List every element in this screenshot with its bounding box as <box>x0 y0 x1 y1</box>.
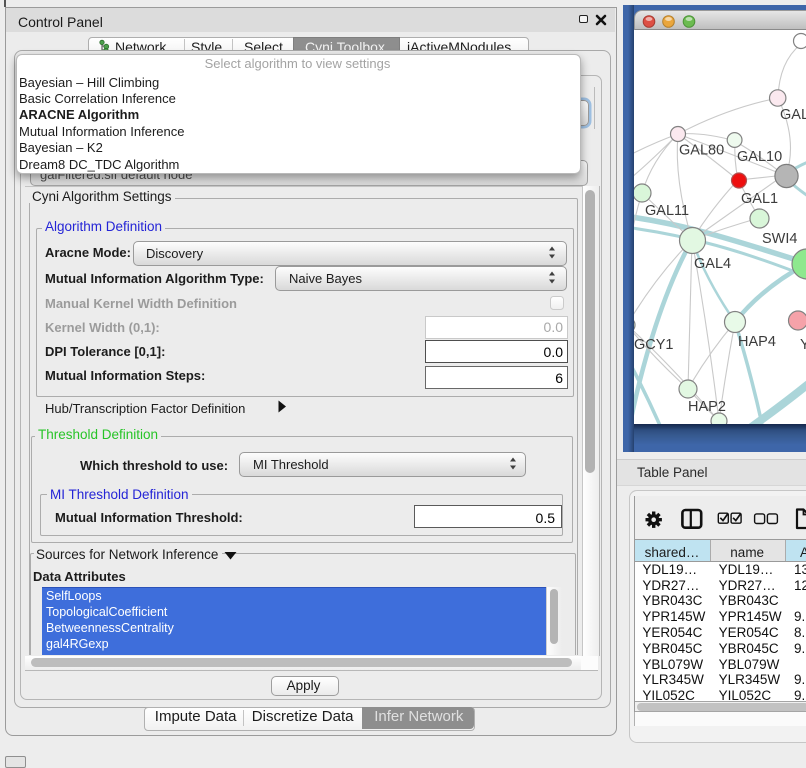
svg-text:GCY1: GCY1 <box>634 337 674 353</box>
svg-text:HAP4: HAP4 <box>738 334 776 350</box>
svg-text:SWI4: SWI4 <box>762 231 797 247</box>
svg-text:GAL1: GAL1 <box>741 191 778 207</box>
svg-text:YJ: YJ <box>800 337 806 353</box>
svg-text:GAL7: GAL7 <box>780 107 806 123</box>
svg-text:GAL80: GAL80 <box>679 143 724 159</box>
svg-text:GAL4: GAL4 <box>694 256 731 272</box>
svg-text:GAL10: GAL10 <box>737 149 782 165</box>
svg-text:HAP2: HAP2 <box>688 399 726 415</box>
svg-text:GAL11: GAL11 <box>645 203 689 219</box>
